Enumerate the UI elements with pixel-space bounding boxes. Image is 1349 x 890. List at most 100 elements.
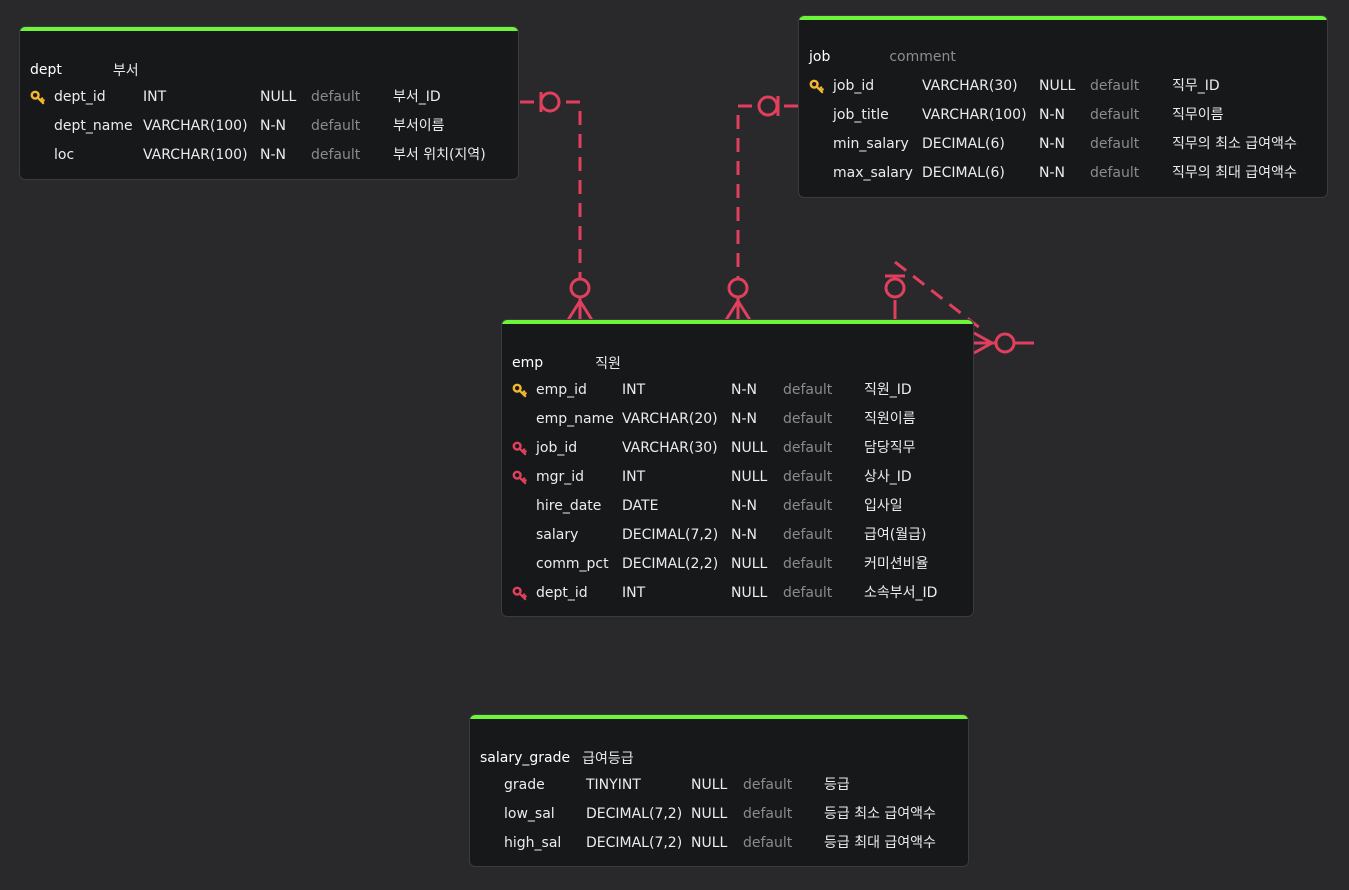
table-emp[interactable]: emp 직원 emp_id INT N-N default 직원_ID emp_name V… <box>501 319 974 617</box>
column-default: default <box>783 556 833 572</box>
table-dept[interactable]: dept 부서 dept_id INT NULL default 부서_ID dept_n… <box>19 26 519 180</box>
table-job[interactable]: job comment job_id VARCHAR(30) NULL default… <box>798 15 1328 198</box>
column-type: DECIMAL(2,2) <box>622 556 719 572</box>
column-default: default <box>311 118 361 134</box>
table-comment: 급여등급 <box>582 751 634 767</box>
table-name: dept <box>30 62 62 78</box>
column-default: default <box>1090 78 1140 94</box>
column-type: DATE <box>622 498 659 514</box>
column-nullable: N-N <box>1039 165 1065 181</box>
column-name: salary <box>536 527 579 543</box>
column-nullable: NULL <box>731 469 768 485</box>
column-default: default <box>783 440 833 456</box>
table-comment: comment <box>889 49 956 65</box>
column-name: grade <box>504 777 545 793</box>
table-name: salary_grade <box>480 750 571 766</box>
column-nullable: N-N <box>731 498 757 514</box>
key-slot <box>809 159 825 188</box>
column-nullable: NULL <box>691 806 728 822</box>
column-nullable: NULL <box>1039 78 1076 94</box>
key-slot <box>512 521 528 550</box>
table-name: job <box>809 49 831 65</box>
column-type: DECIMAL(7,2) <box>586 806 683 822</box>
column-name: job_id <box>536 440 578 456</box>
primary-key-icon <box>512 376 528 405</box>
column-comment: 직원_ID <box>864 382 912 398</box>
column-type: VARCHAR(20) <box>622 411 718 427</box>
relation-job-emp[interactable] <box>724 95 798 321</box>
table-comment: 부서 <box>112 63 139 79</box>
column-default: default <box>1090 136 1140 152</box>
column-name: low_sal <box>504 806 555 822</box>
column-type: INT <box>622 469 646 485</box>
table-name: emp <box>512 355 544 371</box>
column-nullable: N-N <box>260 118 286 134</box>
column-name: max_salary <box>833 165 913 181</box>
column-type: DECIMAL(7,2) <box>586 835 683 851</box>
column-default: default <box>743 777 793 793</box>
primary-key-icon <box>809 72 825 101</box>
column-type: VARCHAR(100) <box>922 107 1027 123</box>
column-default: default <box>1090 165 1140 181</box>
column-comment: 부서_ID <box>393 89 441 105</box>
column-comment: 등급 최대 급여액수 <box>824 835 936 851</box>
column-default: default <box>743 806 793 822</box>
column-default: default <box>783 527 833 543</box>
column-nullable: NULL <box>691 835 728 851</box>
column-name: mgr_id <box>536 469 585 485</box>
table-header: emp 직원 <box>512 353 621 373</box>
column-comment: 직무이름 <box>1172 107 1224 123</box>
column-type: INT <box>622 585 646 601</box>
column-comment: 급여(월급) <box>864 527 927 543</box>
foreign-key-icon <box>512 434 528 463</box>
column-default: default <box>311 89 361 105</box>
column-nullable: N-N <box>731 411 757 427</box>
table-header: dept 부서 <box>30 60 139 80</box>
key-slot <box>512 550 528 579</box>
column-default: default <box>743 835 793 851</box>
column-comment: 직원이름 <box>864 411 916 427</box>
column-default: default <box>783 498 833 514</box>
column-comment: 등급 <box>824 777 850 793</box>
column-name: job_id <box>833 78 875 94</box>
column-type: INT <box>622 382 646 398</box>
column-comment: 직무_ID <box>1172 78 1220 94</box>
table-comment: 직원 <box>595 356 621 372</box>
column-type: DECIMAL(6) <box>922 136 1005 152</box>
column-default: default <box>783 411 833 427</box>
foreign-key-icon <box>512 463 528 492</box>
key-slot <box>512 405 528 434</box>
column-comment: 직무의 최소 급여액수 <box>1172 136 1297 152</box>
column-name: emp_id <box>536 382 587 398</box>
column-type: VARCHAR(100) <box>143 147 248 163</box>
column-type: INT <box>143 89 167 105</box>
column-type: TINYINT <box>586 777 641 793</box>
column-comment: 부서이름 <box>393 118 445 134</box>
key-slot <box>512 492 528 521</box>
table-salary-grade[interactable]: salary_grade 급여등급 grade TINYINT NULL defaul… <box>469 714 969 867</box>
column-default: default <box>783 585 833 601</box>
column-nullable: N-N <box>731 382 757 398</box>
key-slot <box>30 112 46 141</box>
column-comment: 담당직무 <box>864 440 916 456</box>
column-nullable: NULL <box>731 585 768 601</box>
column-name: loc <box>54 147 75 163</box>
key-slot <box>30 141 46 170</box>
primary-key-icon <box>30 83 46 112</box>
column-name: emp_name <box>536 411 614 427</box>
foreign-key-icon <box>512 579 528 608</box>
column-type: VARCHAR(30) <box>922 78 1018 94</box>
column-comment: 입사일 <box>864 498 903 514</box>
column-default: default <box>311 147 361 163</box>
column-name: high_sal <box>504 835 562 851</box>
column-nullable: N-N <box>1039 136 1065 152</box>
key-slot <box>480 829 496 858</box>
column-name: min_salary <box>833 136 909 152</box>
column-nullable: N-N <box>260 147 286 163</box>
column-comment: 등급 최소 급여액수 <box>824 806 936 822</box>
relation-dept-emp[interactable] <box>520 91 594 321</box>
column-type: VARCHAR(30) <box>622 440 718 456</box>
table-header: salary_grade 급여등급 <box>480 748 634 768</box>
column-default: default <box>783 469 833 485</box>
column-nullable: N-N <box>731 527 757 543</box>
